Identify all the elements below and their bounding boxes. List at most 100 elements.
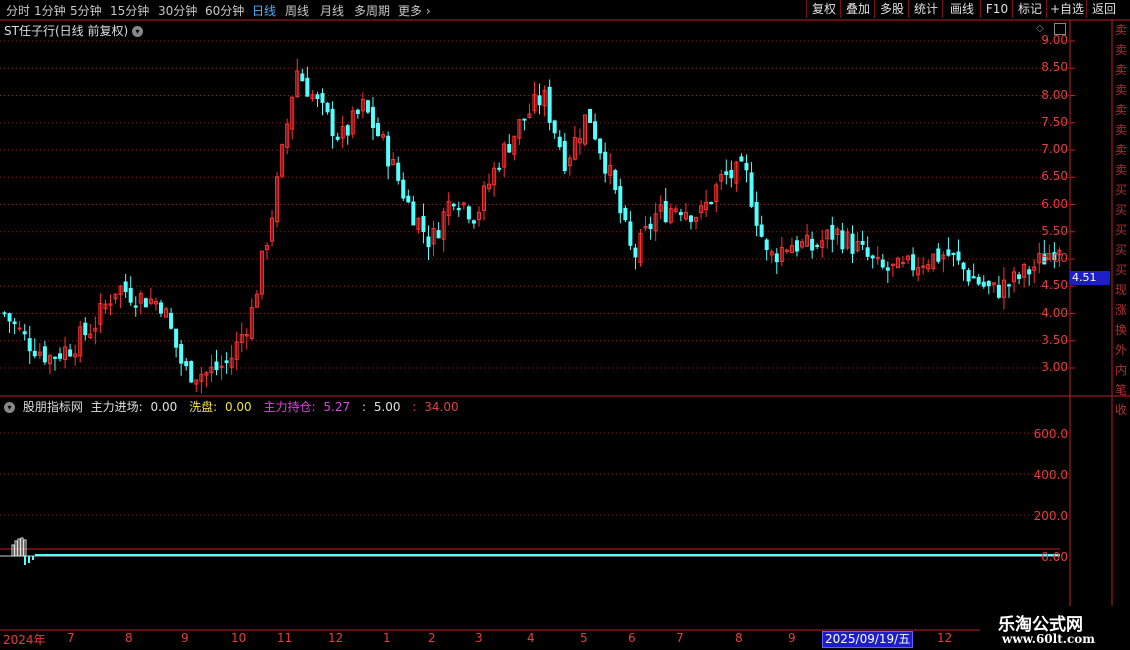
ind-bar bbox=[24, 556, 26, 565]
candle-body bbox=[966, 270, 971, 282]
x-label: 10 bbox=[231, 631, 247, 645]
price-tick-label: 6.00 bbox=[1041, 196, 1068, 211]
x-label: 6 bbox=[628, 631, 636, 645]
side-panel-label: 卖 bbox=[1114, 23, 1127, 37]
candle-body bbox=[618, 186, 623, 214]
candle-body bbox=[22, 331, 27, 335]
side-panel-label: 卖 bbox=[1114, 123, 1127, 137]
candle-body bbox=[305, 77, 310, 97]
ind-item-3: : 5.00 bbox=[362, 400, 405, 414]
candle-body bbox=[678, 212, 683, 216]
price-tick-label: 8.00 bbox=[1041, 87, 1068, 102]
cursor-date-label: 2025/09/19/五 bbox=[822, 631, 914, 648]
candle-body bbox=[370, 106, 375, 129]
candle-body bbox=[320, 93, 325, 103]
x-label: 9 bbox=[788, 631, 796, 645]
candle-body bbox=[325, 102, 330, 113]
chevron-down-icon[interactable]: ▾ bbox=[4, 402, 15, 413]
chart-canvas[interactable] bbox=[0, 0, 1130, 650]
chevron-down-icon[interactable]: ▾ bbox=[131, 26, 143, 37]
side-panel-label: 买 bbox=[1114, 183, 1127, 197]
side-panel-label: 内 bbox=[1114, 363, 1127, 377]
side-panel-label: 笔 bbox=[1114, 383, 1127, 397]
ind-item-4: : 34.00 bbox=[412, 400, 462, 414]
side-panel-label: 卖 bbox=[1114, 63, 1127, 77]
ind-value-0: 0.00 bbox=[150, 400, 178, 414]
candle-body bbox=[709, 201, 714, 204]
price-tick-label: 3.00 bbox=[1041, 360, 1068, 374]
candle-body bbox=[406, 195, 411, 203]
price-tick-label: 8.50 bbox=[1041, 60, 1068, 75]
ind-bar bbox=[17, 538, 21, 557]
candle-body bbox=[749, 172, 754, 207]
candle-body bbox=[603, 151, 608, 174]
candle-body bbox=[17, 327, 22, 330]
price-tick-label: 9.00 bbox=[1041, 33, 1068, 47]
x-label: 7 bbox=[676, 631, 684, 645]
candle-body bbox=[7, 313, 12, 322]
order-book-panel: 卖卖卖卖卖卖卖卖买买买买买现涨换外内笔收 bbox=[1112, 20, 1130, 600]
candle-body bbox=[497, 167, 502, 170]
candle-body bbox=[365, 100, 370, 113]
candle-body bbox=[593, 121, 598, 140]
candle-body bbox=[623, 207, 628, 221]
candle-body bbox=[345, 125, 350, 136]
candle-body bbox=[401, 179, 406, 199]
watermark-url: www.60lt.com bbox=[1002, 632, 1095, 646]
candle-body bbox=[759, 224, 764, 237]
candle-body bbox=[537, 95, 542, 106]
candle-body bbox=[335, 136, 340, 140]
candle-body bbox=[911, 254, 916, 271]
candle-body bbox=[870, 255, 875, 259]
candle-body bbox=[946, 249, 951, 256]
candle-body bbox=[729, 169, 734, 179]
side-panel-label: 现 bbox=[1114, 283, 1127, 297]
candle-body bbox=[179, 344, 184, 364]
candle-body bbox=[865, 247, 870, 257]
side-panel-label: 卖 bbox=[1114, 103, 1127, 117]
candle-body bbox=[522, 118, 527, 121]
candle-body bbox=[981, 281, 986, 287]
candle-body bbox=[961, 262, 966, 270]
candle-body bbox=[58, 353, 63, 359]
candle-body bbox=[174, 328, 179, 348]
ind-value-1: 0.00 bbox=[224, 400, 252, 414]
x-label: 11 bbox=[277, 631, 293, 645]
x-label: 9 bbox=[181, 631, 189, 645]
candle-body bbox=[451, 203, 456, 207]
candle-body bbox=[52, 356, 57, 359]
candle-body bbox=[133, 305, 138, 308]
candle-body bbox=[739, 156, 744, 162]
side-panel-label: 买 bbox=[1114, 223, 1127, 237]
x-label: 8 bbox=[735, 631, 743, 645]
candle-body bbox=[386, 135, 391, 167]
candle-body bbox=[794, 240, 799, 252]
price-tick-label: 4.50 bbox=[1041, 278, 1068, 293]
indicator-header: ▾ 股朋指标网 主力进场: 0.00 洗盘: 0.00 主力持仓: 5.27 :… bbox=[4, 398, 467, 415]
candle-body bbox=[184, 361, 189, 367]
price-tick-label: 3.50 bbox=[1041, 332, 1068, 347]
side-panel-label: 卖 bbox=[1114, 83, 1127, 97]
indicator-name: 股朋指标网 bbox=[22, 400, 83, 414]
candle-body bbox=[436, 230, 441, 239]
x-label: 7 bbox=[67, 631, 75, 645]
x-label: 1 bbox=[383, 631, 391, 645]
candle-body bbox=[355, 109, 360, 114]
candle-body bbox=[12, 321, 17, 325]
price-tick-label: 7.00 bbox=[1041, 142, 1068, 156]
price-tick-label: 4.00 bbox=[1041, 305, 1068, 320]
candle-body bbox=[471, 220, 476, 224]
cursor-price-label: 4.51 bbox=[1070, 271, 1110, 285]
price-tick-label: 6.50 bbox=[1041, 169, 1068, 184]
x-label: 3 bbox=[475, 631, 483, 645]
ind-tick-200: 200.0 bbox=[1033, 509, 1068, 523]
side-panel-label: 卖 bbox=[1114, 143, 1127, 157]
price-tick-label: 5.00 bbox=[1041, 251, 1068, 265]
x-label: 12 bbox=[937, 631, 953, 645]
candle-body bbox=[83, 322, 88, 336]
ind-value-3: 5.00 bbox=[373, 400, 401, 414]
candle-body bbox=[27, 338, 32, 352]
candle-body bbox=[951, 252, 956, 255]
candle-body bbox=[128, 287, 133, 303]
candle-body bbox=[42, 346, 47, 363]
